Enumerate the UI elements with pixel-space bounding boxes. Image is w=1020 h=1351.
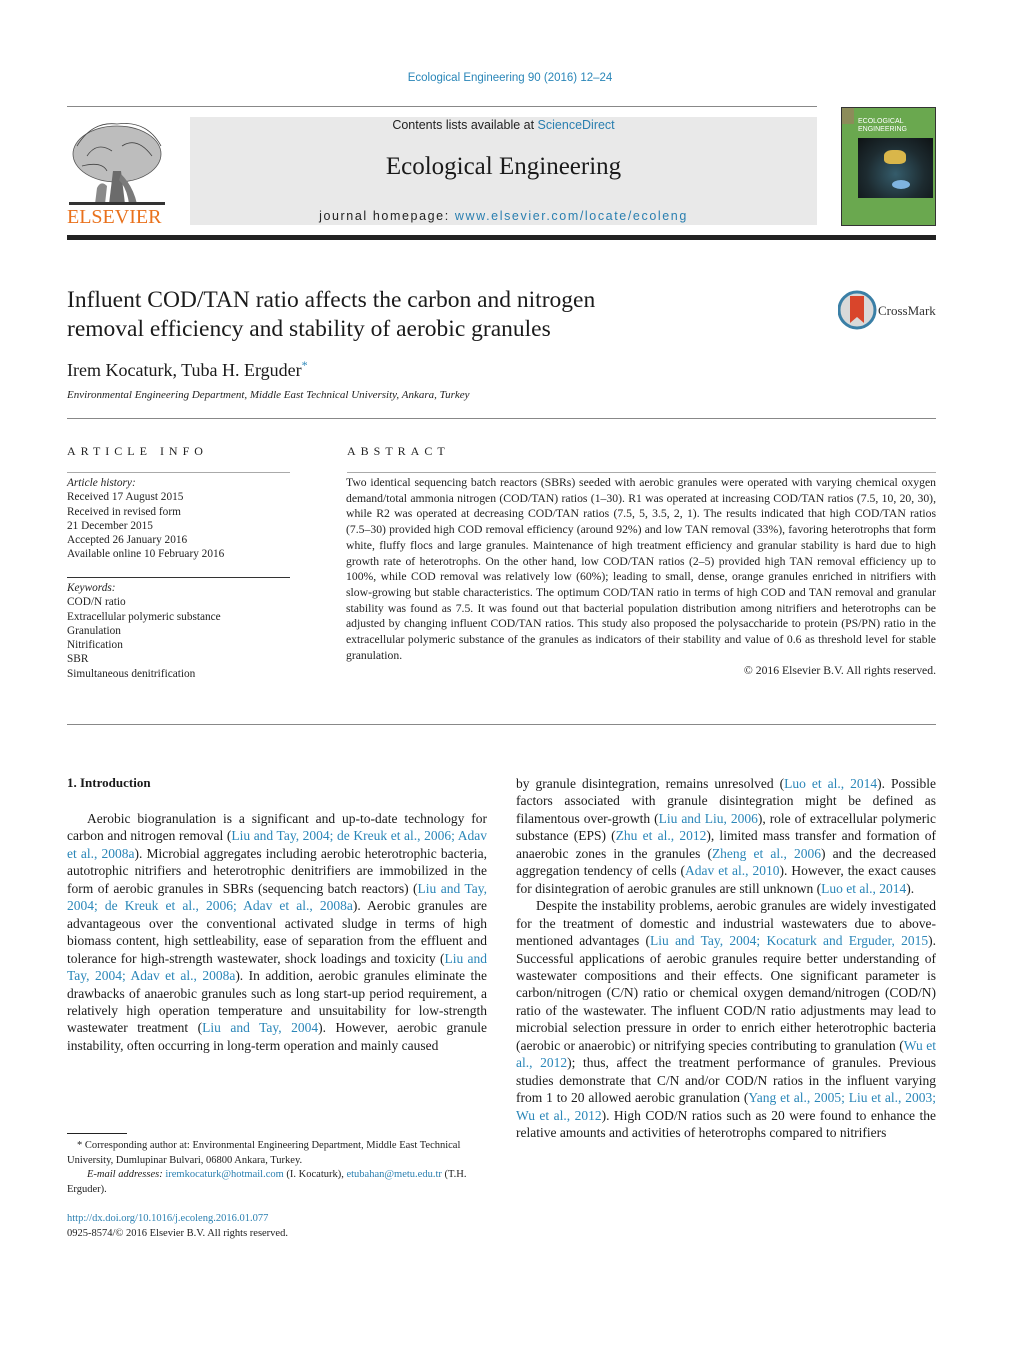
header-thick-divider bbox=[67, 235, 936, 240]
keyword-item: Nitrification bbox=[67, 639, 123, 652]
email-addresses: E-mail addresses: iremkocaturk@hotmail.c… bbox=[67, 1168, 487, 1197]
keywords-label: Keywords: bbox=[67, 582, 116, 594]
article-title-line-1: Influent COD/TAN ratio affects the carbo… bbox=[67, 287, 596, 313]
doi-block: http://dx.doi.org/10.1016/j.ecoleng.2016… bbox=[67, 1212, 288, 1241]
body-text: ). bbox=[906, 880, 915, 896]
article-title: Influent COD/TAN ratio affects the carbo… bbox=[67, 286, 787, 344]
email-label: E-mail addresses: bbox=[87, 1169, 163, 1180]
issn-copyright: 0925-8574/© 2016 Elsevier B.V. All right… bbox=[67, 1227, 288, 1239]
body-paragraph: by granule disintegration, remains unres… bbox=[516, 775, 936, 897]
divider bbox=[67, 724, 936, 725]
homepage-prefix: journal homepage: bbox=[319, 209, 455, 223]
divider bbox=[67, 418, 936, 419]
affiliation: Environmental Engineering Department, Mi… bbox=[67, 389, 470, 401]
citation-link[interactable]: Zheng et al., 2006 bbox=[712, 846, 821, 861]
email-owner: (I. Kocaturk), bbox=[283, 1169, 344, 1180]
authors-text: Irem Kocaturk, Tuba H. Erguder bbox=[67, 360, 302, 380]
citation-link[interactable]: Adav et al., 2010 bbox=[685, 863, 780, 878]
body-paragraph: Despite the instability problems, aerobi… bbox=[516, 897, 936, 1141]
history-item: 21 December 2015 bbox=[67, 519, 153, 532]
article-info-heading: ARTICLE INFO bbox=[67, 444, 208, 458]
corresponding-author-note: * Corresponding author at: Environmental… bbox=[67, 1140, 461, 1166]
journal-homepage-link[interactable]: www.elsevier.com/locate/ecoleng bbox=[455, 209, 688, 223]
citation-link[interactable]: Zhu et al., 2012 bbox=[616, 828, 707, 843]
keywords-list: Keywords: COD/N ratio Extracellular poly… bbox=[67, 581, 221, 681]
body-right-column: by granule disintegration, remains unres… bbox=[516, 775, 936, 1142]
crossmark-badge-icon[interactable]: CrossMark bbox=[838, 290, 938, 330]
abstract-paragraph: Two identical sequencing batch reactors … bbox=[346, 476, 936, 662]
article-history-label: Article history: bbox=[67, 477, 136, 489]
journal-reference-link[interactable]: Ecological Engineering 90 (2016) 12–24 bbox=[0, 72, 1020, 84]
history-item: Received 17 August 2015 bbox=[67, 491, 184, 504]
history-item: Available online 10 February 2016 bbox=[67, 548, 225, 561]
citation-link[interactable]: Liu and Tay, 2004 bbox=[202, 1020, 318, 1035]
crossmark-label: CrossMark bbox=[878, 303, 936, 318]
sciencedirect-link[interactable]: ScienceDirect bbox=[538, 118, 615, 132]
author-list: Irem Kocaturk, Tuba H. Erguder* bbox=[67, 358, 308, 381]
corresponding-author-marker[interactable]: * bbox=[302, 358, 308, 372]
cover-publisher-mark-icon bbox=[842, 108, 854, 124]
citation-link[interactable]: Luo et al., 2014 bbox=[784, 776, 877, 791]
abstract-copyright: © 2016 Elsevier B.V. All rights reserved… bbox=[743, 664, 936, 678]
contents-prefix: Contents lists available at bbox=[392, 118, 538, 132]
email-link-kocaturk[interactable]: iremkocaturk@hotmail.com bbox=[165, 1169, 283, 1180]
footnote-divider bbox=[67, 1133, 127, 1134]
keyword-item: Extracellular polymeric substance bbox=[67, 610, 221, 623]
email-link-erguder[interactable]: etubahan@metu.edu.tr bbox=[346, 1169, 441, 1180]
contents-line: Contents lists available at ScienceDirec… bbox=[190, 118, 817, 132]
doi-link[interactable]: http://dx.doi.org/10.1016/j.ecoleng.2016… bbox=[67, 1212, 288, 1227]
keyword-item: Granulation bbox=[67, 624, 121, 637]
body-text: by granule disintegration, remains unres… bbox=[516, 776, 785, 791]
abstract-divider bbox=[347, 472, 936, 473]
cover-image bbox=[858, 138, 933, 198]
article-history: Article history: Received 17 August 2015… bbox=[67, 476, 224, 562]
journal-title: Ecological Engineering bbox=[385, 153, 622, 180]
citation-link[interactable]: Liu and Tay, 2004; Kocaturk and Erguder,… bbox=[650, 933, 928, 948]
keyword-item: SBR bbox=[67, 653, 89, 666]
header-divider bbox=[67, 106, 817, 107]
article-info-divider bbox=[67, 472, 290, 473]
cover-title: ECOLOGICAL ENGINEERING bbox=[858, 118, 908, 133]
history-item: Received in revised form bbox=[67, 505, 181, 518]
section-heading-introduction: 1. Introduction bbox=[67, 775, 151, 790]
body-left-column: Aerobic biogranulation is a significant … bbox=[67, 810, 487, 1054]
elsevier-wordmark[interactable]: ELSEVIER bbox=[67, 206, 161, 229]
abstract-body: Two identical sequencing batch reactors … bbox=[346, 475, 936, 679]
journal-homepage-line: journal homepage: www.elsevier.com/locat… bbox=[190, 209, 817, 223]
keywords-divider bbox=[67, 577, 290, 578]
history-item: Accepted 26 January 2016 bbox=[67, 534, 188, 547]
body-text: ). Successful applications of aerobic gr… bbox=[516, 933, 936, 1053]
citation-link[interactable]: Liu and Liu, 2006 bbox=[659, 811, 758, 826]
article-title-line-2: removal efficiency and stability of aero… bbox=[67, 316, 551, 342]
footnote: * Corresponding author at: Environmental… bbox=[67, 1139, 487, 1197]
keyword-item: Simultaneous denitrification bbox=[67, 667, 196, 680]
keyword-item: COD/N ratio bbox=[67, 596, 126, 609]
abstract-heading: ABSTRACT bbox=[347, 444, 450, 458]
journal-cover-thumbnail[interactable]: ECOLOGICAL ENGINEERING bbox=[841, 107, 936, 226]
citation-link[interactable]: Luo et al., 2014 bbox=[821, 881, 906, 896]
